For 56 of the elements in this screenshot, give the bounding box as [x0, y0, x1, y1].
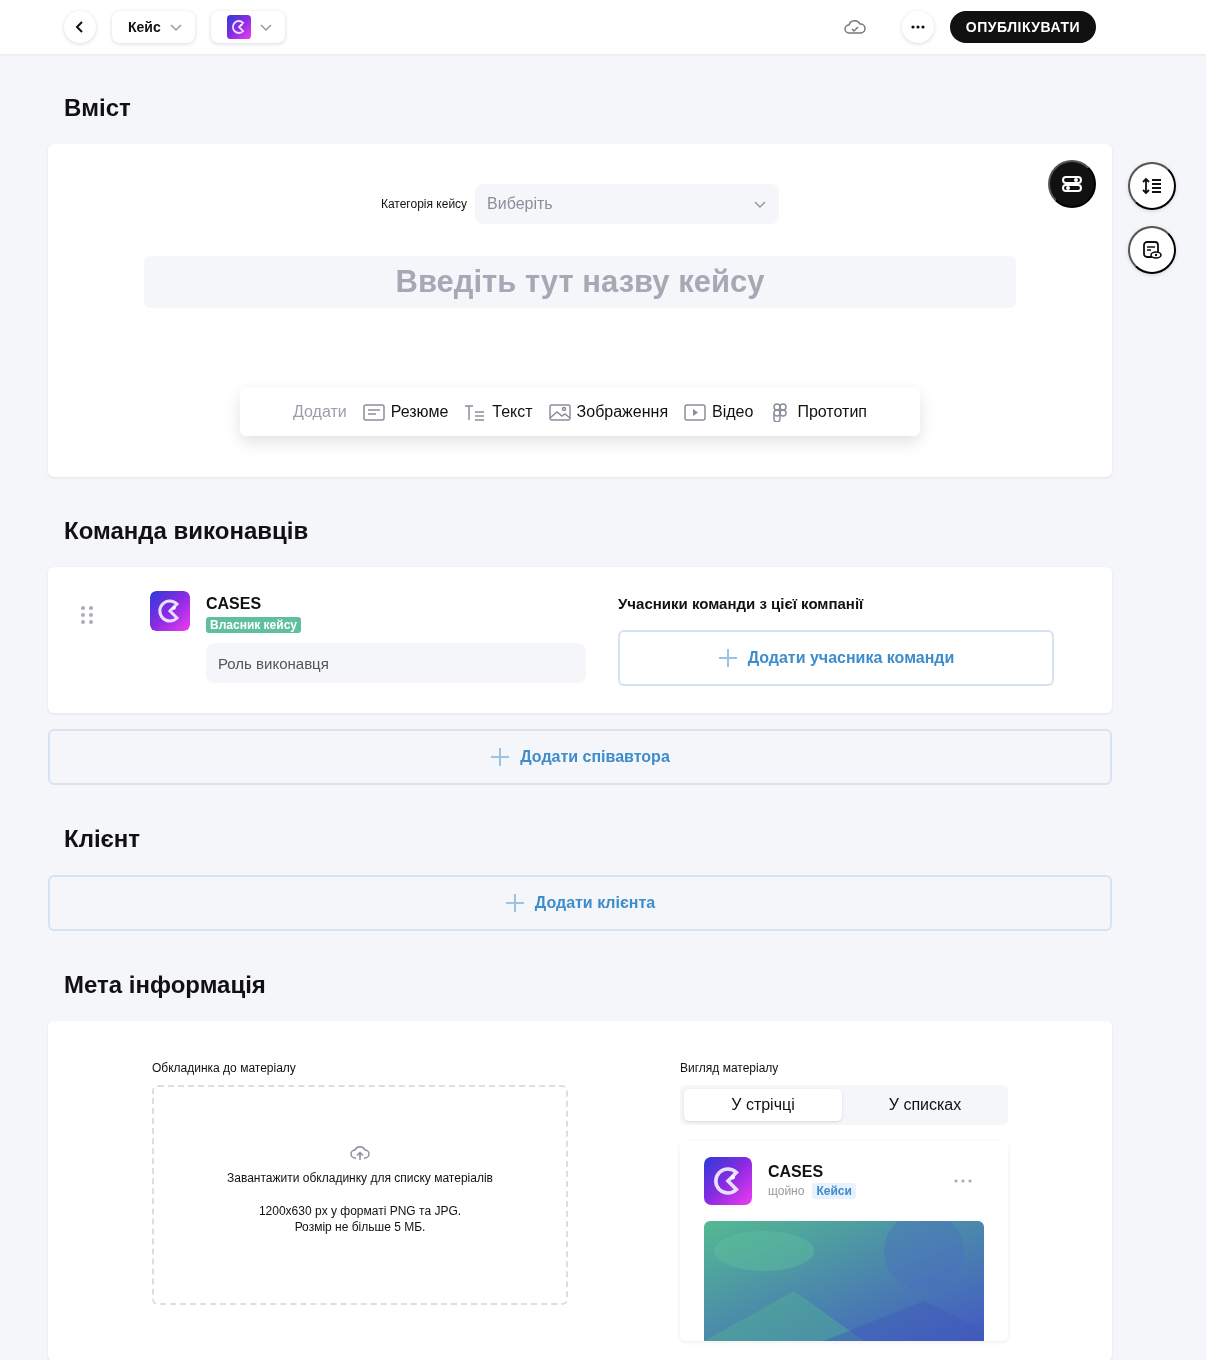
- post-time: щойно: [768, 1184, 805, 1198]
- field-label: Обкладинка до матеріалу: [152, 1061, 297, 1075]
- members-title: Учасники команди з цієї компанії: [618, 595, 865, 612]
- toolbar-item[interactable]: Прототип: [769, 402, 867, 422]
- line-spacing-button[interactable]: [1128, 162, 1176, 210]
- toolbar-item[interactable]: Відео: [684, 402, 754, 422]
- section-title: Команда виконавців: [64, 517, 310, 545]
- upload-text: Завантажити обкладинку для списку матеріалів: [227, 1171, 493, 1185]
- upload-hint: Розмір не більше 5 МБ.: [293, 1219, 427, 1235]
- cloud-icon: [843, 19, 866, 35]
- back-button[interactable]: [64, 11, 96, 43]
- more-icon: [909, 25, 926, 29]
- line-spacing-icon: [1142, 177, 1162, 195]
- chevron-icon: [168, 22, 183, 32]
- post-author: CASES: [768, 1163, 825, 1181]
- upload-dropzone[interactable]: Завантажити обкладинку для списку матеріалів 1200x630 px у форматі PNG та JPG. Розмір не більше 5 МБ.: [152, 1085, 568, 1305]
- more-icon: [954, 1179, 972, 1183]
- text-icon: [464, 402, 487, 422]
- view-tab[interactable]: У стрічці: [684, 1089, 842, 1121]
- owner-badge: Власник кейсу: [206, 617, 301, 633]
- logo-icon: [704, 1157, 752, 1205]
- section-title: Мета інформація: [64, 971, 267, 999]
- chevron-icon: [753, 199, 768, 209]
- role-input[interactable]: Роль виконавця: [206, 643, 586, 683]
- toolbar-item[interactable]: Резюме: [362, 402, 449, 422]
- upload-icon: [350, 1145, 370, 1161]
- preview-icon: [1142, 240, 1162, 260]
- drag-handle-icon: [80, 605, 94, 625]
- field-label: Вигляд матеріалу: [680, 1061, 780, 1075]
- settings-icon: [1061, 175, 1083, 193]
- more-button[interactable]: [901, 11, 934, 43]
- toolbar-item[interactable]: Текст: [464, 402, 533, 422]
- preview-button[interactable]: [1128, 226, 1176, 274]
- brand-select[interactable]: [210, 11, 285, 43]
- list-icon: [362, 402, 385, 422]
- view-tab[interactable]: У списках: [846, 1089, 1004, 1121]
- image-icon: [548, 402, 571, 422]
- upload-hint: 1200x630 px у форматі PNG та JPG.: [258, 1203, 462, 1219]
- add-member-button[interactable]: Додати учасника команди: [618, 630, 1054, 686]
- toolbar-item[interactable]: Зображення: [548, 402, 669, 422]
- logo-icon: [226, 15, 251, 39]
- category-tag: Кейси: [812, 1183, 856, 1199]
- play-icon: [684, 402, 707, 422]
- section-title: Клієнт: [64, 825, 142, 853]
- plus-icon: [504, 893, 525, 913]
- settings-button[interactable]: [1048, 160, 1096, 208]
- plus-icon: [717, 648, 738, 668]
- chevron-icon: [258, 22, 273, 32]
- logo-icon: [150, 591, 190, 631]
- section-title: Вміст: [64, 94, 132, 122]
- toolbar-label: Додати: [293, 403, 347, 421]
- publish-button[interactable]: ОПУБЛІКУВАТИ: [949, 11, 1096, 43]
- field-label: Категорія кейсу: [380, 197, 468, 211]
- member-name: CASES: [206, 595, 263, 613]
- plus-icon: [490, 747, 511, 767]
- type-select[interactable]: Кейс: [112, 11, 195, 43]
